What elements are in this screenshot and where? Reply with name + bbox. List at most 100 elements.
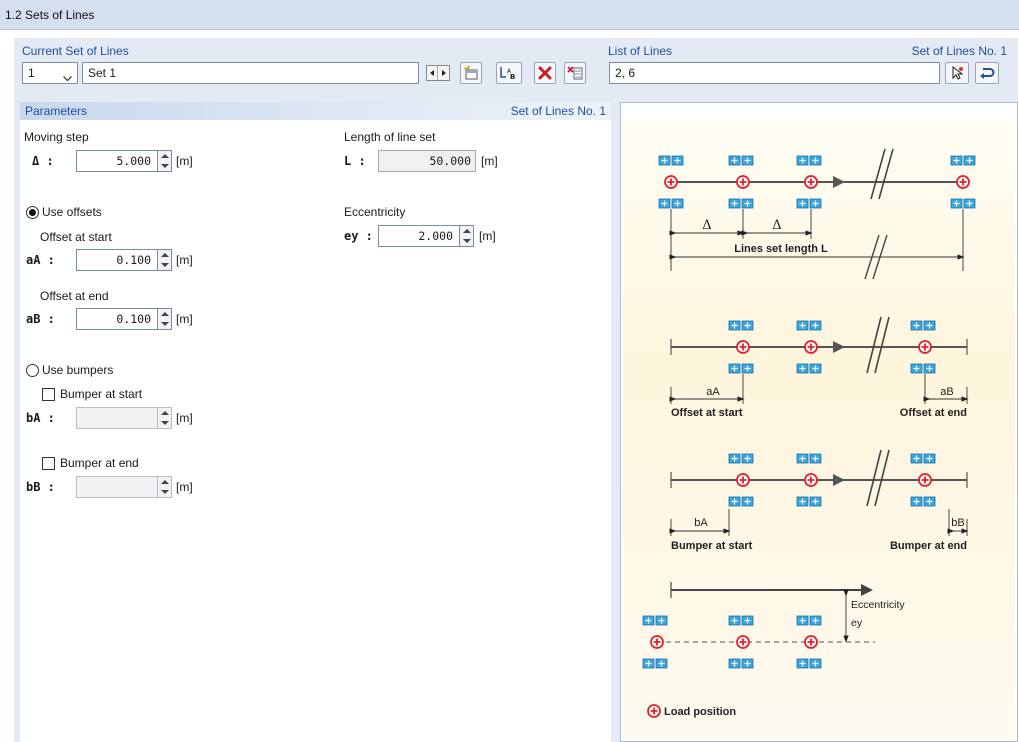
- offset-at-end-label: Offset at end: [900, 407, 967, 419]
- offset-start-value: 0.100: [116, 253, 151, 267]
- offset-end-spinner[interactable]: [157, 309, 171, 329]
- length-unit: [m]: [481, 154, 498, 168]
- pick-lines-button[interactable]: [945, 62, 969, 84]
- length-value: 50.000: [429, 154, 471, 168]
- set-number-value: 1: [28, 66, 35, 80]
- bumper-at-start-label: Bumper at start: [671, 540, 753, 552]
- offset-start-label: Offset at start: [40, 230, 112, 244]
- prev-next-buttons[interactable]: [426, 65, 450, 81]
- sets-of-lines-diagram: Δ Δ Lines set length L aA aB Offset at s…: [623, 121, 1015, 739]
- use-offsets-label[interactable]: Use offsets: [42, 205, 102, 219]
- section-bumpers: bA bB Bumper at start Bumper at end: [669, 449, 969, 552]
- svg-text:B: B: [510, 73, 515, 81]
- length-symbol: L :: [344, 154, 366, 168]
- bumper-start-label[interactable]: Bumper at start: [60, 387, 142, 401]
- bumper-end-label[interactable]: Bumper at end: [60, 456, 139, 470]
- list-of-lines-set-label: Set of Lines No. 1: [911, 44, 1007, 58]
- bumper-end-input: [76, 476, 172, 498]
- ey-symbol: ey :: [344, 229, 373, 243]
- section-eccentricity: Eccentricity ey: [642, 582, 905, 669]
- length-label: Length of line set: [344, 130, 436, 144]
- offset-start-input[interactable]: 0.100: [76, 249, 172, 271]
- new-set-button[interactable]: [460, 62, 482, 84]
- aA-label: aA: [706, 386, 720, 398]
- bB-symbol: bB :: [26, 480, 55, 494]
- parameters-panel: Parameters Set of Lines No. 1 Moving ste…: [20, 102, 611, 742]
- delete-all-sets-button[interactable]: [564, 62, 586, 84]
- length-field: 50.000: [378, 150, 476, 172]
- ey-diagram-label: ey: [851, 617, 863, 629]
- current-set-heading-label: Current Set of Lines: [22, 44, 129, 58]
- main-area: Current Set of Lines 1 Set 1 A B List of…: [14, 38, 1018, 742]
- pick-cursor-icon: [952, 66, 964, 80]
- aB-symbol: aB :: [26, 312, 55, 326]
- aB-label: aB: [940, 386, 953, 398]
- bA-label: bA: [694, 517, 708, 529]
- eccentricity-spinner[interactable]: [459, 226, 473, 246]
- aA-symbol: aA :: [26, 253, 55, 267]
- offset-start-unit: [m]: [176, 253, 193, 267]
- list-of-lines-heading-label: List of Lines: [608, 44, 673, 58]
- bumper-start-input: [76, 407, 172, 429]
- offset-at-start-label: Offset at start: [671, 407, 743, 419]
- diagram-panel: Δ Δ Lines set length L aA aB Offset at s…: [620, 102, 1018, 742]
- offset-end-unit: [m]: [176, 312, 193, 326]
- delete-x-icon: [538, 66, 552, 80]
- diagram-svg: Δ Δ Lines set length L aA aB Offset at s…: [642, 148, 976, 718]
- chevron-down-icon: [63, 68, 72, 82]
- bumper-start-spinner: [157, 408, 171, 428]
- select-set-graphically-button[interactable]: A B: [496, 62, 522, 84]
- reverse-arrow-icon: [980, 68, 995, 79]
- eccentricity-unit: [m]: [479, 229, 496, 243]
- select-lines-icon: A B: [500, 67, 515, 81]
- use-bumpers-radio[interactable]: [26, 364, 39, 377]
- bumper-start-checkbox[interactable]: [42, 388, 55, 401]
- arrow-left-icon[interactable]: [427, 66, 438, 80]
- bumper-start-unit: [m]: [176, 411, 193, 425]
- section-offsets: aA aB Offset at start Offset at end: [669, 316, 969, 419]
- section-moving-step: Δ Δ Lines set length L: [658, 148, 976, 280]
- delta-label-2: Δ: [772, 218, 781, 233]
- bA-symbol: bA :: [26, 411, 55, 425]
- set-number-dropdown[interactable]: 1: [22, 62, 78, 84]
- legend-load-position: Load position: [647, 704, 736, 718]
- bumper-end-spinner: [157, 477, 171, 497]
- use-bumpers-label[interactable]: Use bumpers: [42, 363, 113, 377]
- bumper-end-unit: [m]: [176, 480, 193, 494]
- moving-step-spinner[interactable]: [157, 151, 171, 171]
- bumper-end-checkbox[interactable]: [42, 457, 55, 470]
- arrow-right-icon[interactable]: [438, 66, 449, 80]
- delta-symbol: Δ :: [32, 154, 54, 168]
- offset-end-label: Offset at end: [40, 289, 109, 303]
- offset-end-value: 0.100: [116, 312, 151, 326]
- offset-start-spinner[interactable]: [157, 250, 171, 270]
- moving-step-label: Moving step: [24, 130, 89, 144]
- delta-label-1: Δ: [702, 218, 711, 233]
- new-set-icon: [463, 65, 478, 80]
- current-set-heading: Current Set of Lines: [20, 42, 602, 60]
- set-name-input[interactable]: Set 1: [82, 62, 419, 84]
- bB-label: bB: [951, 517, 964, 529]
- reverse-lines-button[interactable]: [975, 62, 999, 84]
- eccentricity-diagram-label: Eccentricity: [851, 599, 905, 611]
- delete-all-icon: [567, 66, 583, 80]
- list-of-lines-value: 2, 6: [615, 66, 636, 80]
- offset-end-input[interactable]: 0.100: [76, 308, 172, 330]
- list-of-lines-heading: List of Lines Set of Lines No. 1: [608, 42, 1012, 60]
- delete-set-button[interactable]: [534, 62, 556, 84]
- eccentricity-value: 2.000: [418, 229, 453, 243]
- eccentricity-input[interactable]: 2.000: [378, 225, 474, 247]
- window-title: 1.2 Sets of Lines: [0, 0, 1019, 30]
- eccentricity-label: Eccentricity: [344, 205, 406, 219]
- moving-step-input[interactable]: 5.000: [76, 150, 172, 172]
- bumper-at-end-label: Bumper at end: [890, 540, 967, 552]
- lines-set-length-label: Lines set length L: [734, 243, 828, 255]
- moving-step-value: 5.000: [116, 154, 151, 168]
- use-offsets-radio[interactable]: [26, 206, 39, 219]
- load-position-label: Load position: [664, 706, 736, 718]
- list-of-lines-input[interactable]: 2, 6: [609, 62, 940, 84]
- set-name-value: Set 1: [88, 66, 117, 80]
- parameters-heading: Parameters Set of Lines No. 1: [20, 102, 611, 120]
- parameters-heading-label: Parameters: [25, 104, 88, 118]
- parameters-set-label: Set of Lines No. 1: [510, 104, 606, 118]
